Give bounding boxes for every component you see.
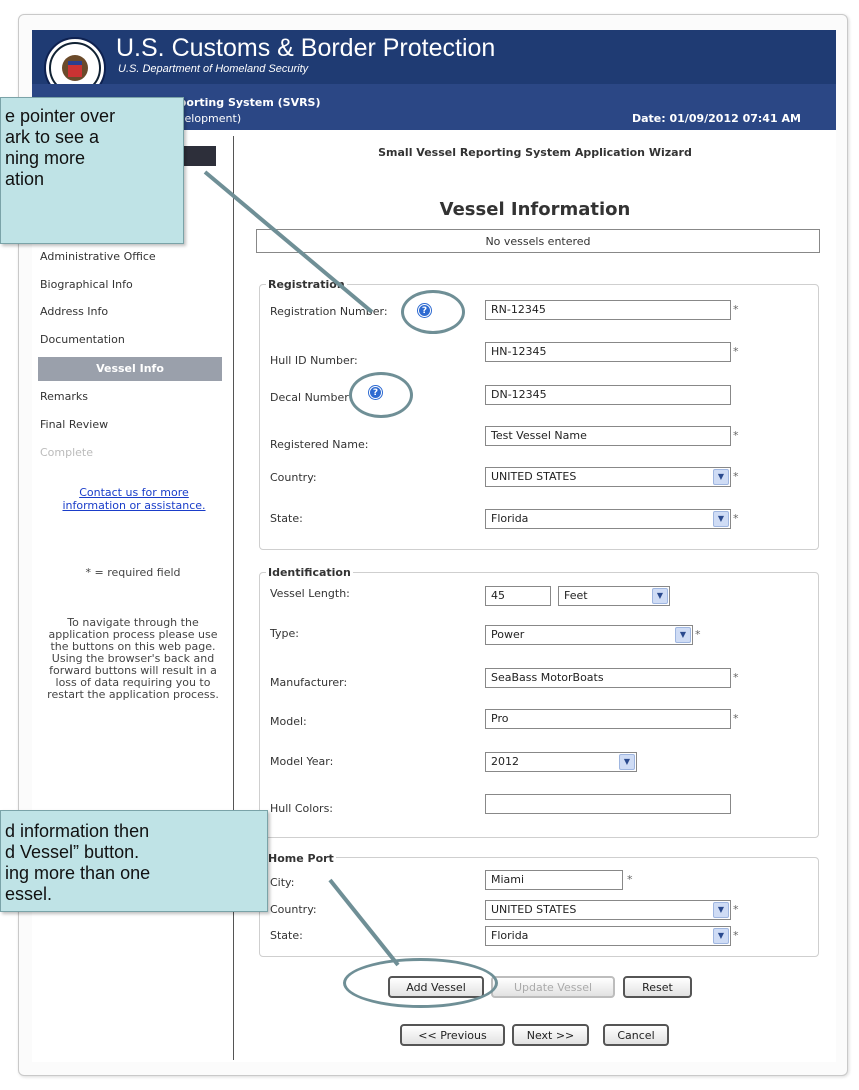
callout-line: ning more — [5, 148, 86, 168]
callout-line: ark to see a — [5, 127, 100, 147]
callout-line: essel. — [5, 884, 53, 904]
callout-line: ation — [5, 169, 45, 189]
highlight-ring — [401, 290, 465, 334]
callout-line: d Vessel” button. — [5, 842, 140, 862]
callout-line: e pointer over — [5, 106, 116, 126]
callout-line: ing more than one — [5, 863, 151, 883]
callout-connector-line — [203, 170, 374, 314]
add-vessel-tip-callout: d information then d Vessel” button. ing… — [0, 810, 268, 912]
callout-connector-line — [328, 878, 400, 967]
highlight-ring — [349, 372, 413, 418]
help-tip-callout: e pointer over ark to see a ning more at… — [0, 97, 184, 244]
highlight-ring — [343, 958, 498, 1008]
callout-line: d information then — [5, 821, 150, 841]
